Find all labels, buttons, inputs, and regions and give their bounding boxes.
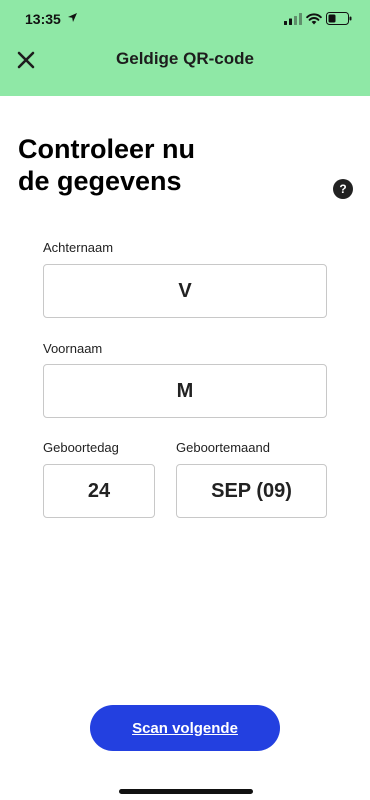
help-icon[interactable]: ?	[333, 179, 353, 199]
geboortemaand-label: Geboortemaand	[176, 440, 270, 455]
page-title-line-1: Controleer nu	[18, 134, 196, 164]
home-indicator	[119, 789, 253, 794]
app-header: Geldige QR-code	[0, 40, 370, 96]
achternaam-field: V	[43, 264, 327, 318]
battery-icon	[326, 12, 352, 25]
wifi-icon	[306, 13, 322, 25]
status-time: 13:35	[25, 11, 61, 27]
scan-next-button-label: Scan volgende	[132, 719, 238, 737]
scan-next-button[interactable]: Scan volgende	[90, 705, 280, 751]
geboortedag-field: 24	[43, 464, 155, 518]
geboortedag-label: Geboortedag	[43, 440, 119, 455]
page-title-line-2: de gegevens	[18, 166, 182, 196]
achternaam-label: Achternaam	[43, 240, 114, 255]
page-title: Controleer nu de gegevens	[18, 133, 258, 197]
voornaam-field: M	[43, 364, 327, 418]
location-arrow-icon	[68, 13, 77, 22]
geboortemaand-field: SEP (09)	[176, 464, 327, 518]
header-title: Geldige QR-code	[116, 49, 254, 68]
voornaam-label: Voornaam	[43, 341, 103, 356]
status-bar: 13:35	[0, 0, 370, 40]
cellular-signal-icon	[284, 13, 302, 25]
